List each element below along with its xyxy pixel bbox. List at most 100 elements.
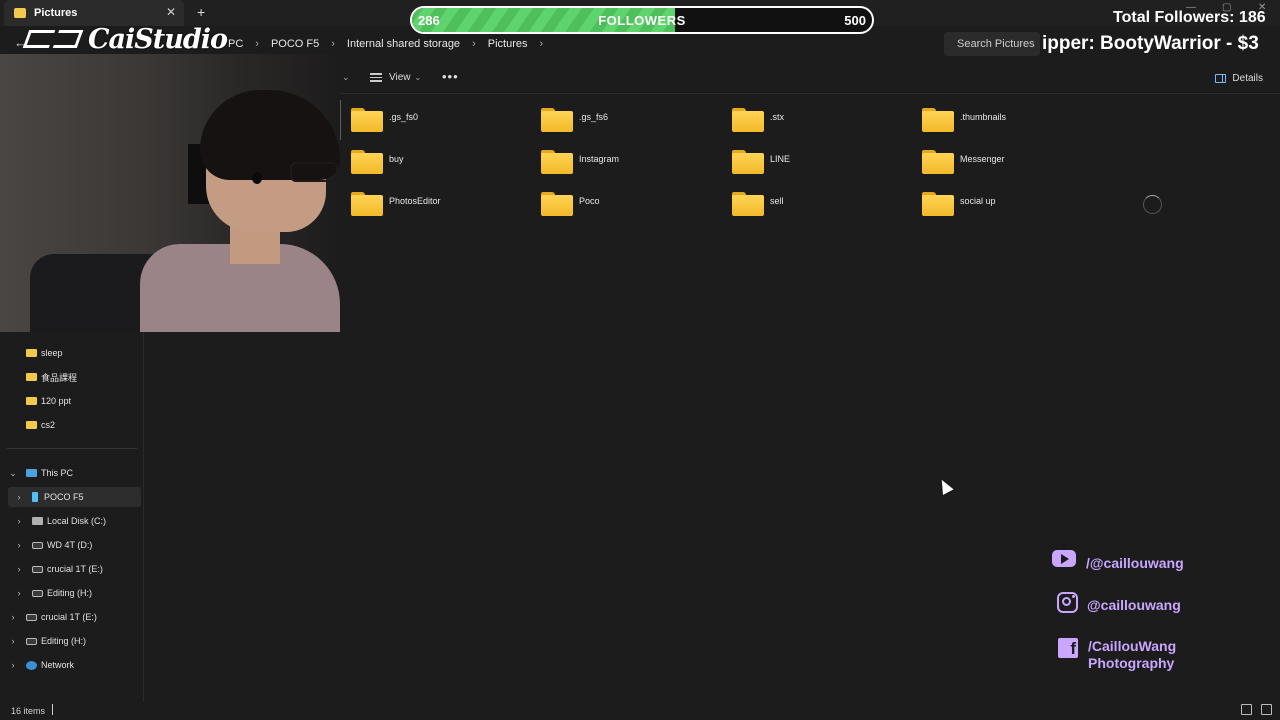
tab-pictures[interactable]: Pictures ✕ [4, 0, 184, 26]
folder-name: .gs_fs0 [389, 112, 419, 122]
folder-name: Poco [579, 196, 600, 206]
sidebar-item-label: crucial 1T (E:) [41, 612, 97, 622]
sidebar-item-label: crucial 1T (E:) [47, 564, 103, 574]
webcam-overlay [0, 54, 340, 332]
phone-icon [32, 492, 38, 502]
folder-icon [541, 192, 573, 216]
chevron-right-icon[interactable]: › [539, 38, 543, 50]
sidebar-item-label: Editing (H:) [47, 588, 93, 598]
folder-gs-fs0[interactable]: .gs_fs0 [351, 108, 418, 132]
drive-icon [32, 589, 43, 597]
sidebar-item-crucial-e[interactable]: › crucial 1T (E:) [14, 559, 103, 579]
logo-text: CaiStudio [88, 23, 228, 55]
status-bar: 16 items [0, 700, 1280, 720]
folder-name: Messenger [960, 154, 1005, 164]
sidebar-item-cs2[interactable]: cs2 [26, 415, 55, 435]
folder-social-up[interactable]: social up [922, 192, 996, 216]
drive-icon [26, 637, 37, 645]
folder-icon [26, 349, 37, 357]
sidebar-item-editing-h[interactable]: › Editing (H:) [14, 583, 93, 603]
sidebar-item-120-ppt[interactable]: 120 ppt [26, 391, 71, 411]
folder-name: social up [960, 196, 996, 206]
folder-icon [922, 150, 954, 174]
sidebar-item-local-disk-c[interactable]: › Local Disk (C:) [14, 511, 107, 531]
chevron-right-icon[interactable]: › [8, 612, 18, 622]
search-input[interactable]: Search Pictures [944, 32, 1040, 56]
chevron-down-icon[interactable]: ⌄ [342, 72, 350, 83]
chevron-down-icon: ⌄ [414, 73, 422, 82]
status-divider [52, 704, 53, 715]
chevron-right-icon[interactable]: › [8, 660, 18, 670]
breadcrumb-pictures[interactable]: Pictures [488, 38, 528, 50]
chevron-right-icon[interactable]: › [14, 588, 24, 598]
instagram-icon [1057, 592, 1078, 613]
folder-sell[interactable]: sell [732, 192, 784, 216]
folder-thumbnails[interactable]: .thumbnails [922, 108, 1006, 132]
facebook-handle: /CaillouWang Photography [1088, 638, 1176, 672]
breadcrumb-internal-storage[interactable]: Internal shared storage [347, 38, 460, 50]
folder-icon [26, 373, 37, 381]
folder-icon [732, 150, 764, 174]
instagram-handle: @caillouwang [1087, 597, 1181, 613]
sidebar-item-this-pc[interactable]: ⌄ This PC [8, 463, 73, 483]
chevron-down-icon[interactable]: ⌄ [8, 468, 18, 479]
network-icon [26, 660, 37, 670]
breadcrumb-poco-f5[interactable]: POCO F5 [271, 38, 319, 50]
folder-name: sell [770, 196, 784, 206]
sidebar-item-label: Local Disk (C:) [47, 516, 107, 526]
chevron-right-icon[interactable]: › [14, 492, 24, 502]
chevron-right-icon[interactable]: › [472, 38, 476, 50]
youtube-link: /@caillouwang [1052, 550, 1184, 572]
computer-icon [26, 469, 37, 477]
folder-icon [732, 192, 764, 216]
breadcrumb-pc[interactable]: PC [228, 38, 243, 50]
new-tab-button[interactable]: + [197, 4, 205, 20]
folder-instagram[interactable]: Instagram [541, 150, 619, 174]
folder-icon [541, 108, 573, 132]
sidebar-item-label: 120 ppt [41, 396, 72, 406]
sidebar-item-wd-4t-d[interactable]: › WD 4T (D:) [14, 535, 93, 555]
chevron-right-icon[interactable]: › [331, 38, 335, 50]
sidebar-item-label: sleep [41, 348, 63, 358]
details-button[interactable]: Details [1215, 73, 1263, 84]
chevron-right-icon[interactable]: › [14, 564, 24, 574]
sidebar-item-crucial-e-root[interactable]: › crucial 1T (E:) [8, 607, 97, 627]
sidebar-item-editing-h-root[interactable]: › Editing (H:) [8, 631, 87, 651]
chevron-right-icon[interactable]: › [14, 540, 24, 550]
folder-buy[interactable]: buy [351, 150, 404, 174]
sidebar-item-poco-f5[interactable]: › POCO F5 [8, 487, 141, 507]
folder-poco[interactable]: Poco [541, 192, 600, 216]
sidebar-item-sleep[interactable]: sleep [26, 343, 63, 363]
folder-name: PhotosEditor [389, 196, 441, 206]
facebook-icon: f [1058, 638, 1078, 658]
folder-photoseditor[interactable]: PhotosEditor [351, 192, 441, 216]
facebook-handle-line2: Photography [1088, 655, 1175, 671]
folder-messenger[interactable]: Messenger [922, 150, 1005, 174]
folder-name: LINE [770, 154, 791, 164]
more-options-button[interactable]: ••• [442, 69, 459, 84]
details-pane-icon [1215, 74, 1227, 83]
view-icon [370, 73, 382, 82]
youtube-icon [1052, 550, 1076, 567]
folder-icon [26, 421, 37, 429]
sidebar-item-label: cs2 [41, 420, 56, 430]
sidebar-item-network[interactable]: › Network [8, 655, 75, 675]
loading-spinner-icon [1143, 195, 1162, 214]
folder-line[interactable]: LINE [732, 150, 790, 174]
sidebar-item-label: WD 4T (D:) [47, 540, 93, 550]
close-tab-icon[interactable]: ✕ [166, 5, 176, 19]
chevron-right-icon[interactable]: › [8, 636, 18, 646]
item-count: 16 items [11, 706, 46, 716]
folder-gs-fs6[interactable]: .gs_fs6 [541, 108, 608, 132]
view-button[interactable]: View ⌄ [370, 72, 421, 83]
folder-name: buy [389, 154, 404, 164]
donation-ticker: ipper: BootyWarrior - $3 [1042, 33, 1259, 54]
sidebar-item-food-course[interactable]: 食品課程 [26, 367, 77, 387]
sidebar-item-label: Network [41, 660, 75, 670]
chevron-right-icon[interactable]: › [255, 38, 259, 50]
details-view-icon[interactable] [1241, 704, 1252, 715]
folder-stx[interactable]: .stx [732, 108, 784, 132]
follower-goal-bar: 286 FOLLOWERS 500 [410, 6, 874, 34]
chevron-right-icon[interactable]: › [14, 516, 24, 526]
tiles-view-icon[interactable] [1261, 704, 1272, 715]
